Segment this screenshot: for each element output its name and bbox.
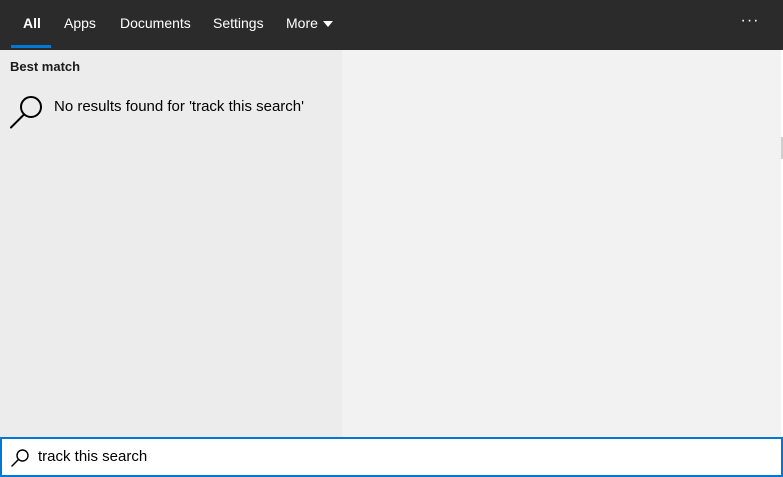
tab-all[interactable]: All [23,0,41,50]
tab-more-label: More [286,15,318,31]
active-tab-indicator [11,45,51,48]
tab-settings[interactable]: Settings [213,0,264,50]
preview-pane [342,50,781,437]
tab-settings-label: Settings [213,15,264,31]
more-options-button[interactable]: ··· [734,0,766,50]
results-pane: Best match No results found for 'track t… [0,50,342,437]
search-box[interactable] [0,437,783,477]
tab-documents-label: Documents [120,15,191,31]
search-tab-bar: All Apps Documents Settings More ··· [0,0,783,50]
chevron-down-icon[interactable] [323,21,333,27]
no-results-message: No results found for 'track this search' [54,98,304,115]
tab-apps[interactable]: Apps [64,0,96,50]
tab-documents[interactable]: Documents [120,0,191,50]
tab-apps-label: Apps [64,15,96,31]
best-match-heading: Best match [10,59,81,74]
tab-all-label: All [23,15,41,31]
search-input[interactable] [38,439,738,475]
search-icon [10,96,42,129]
search-window: All Apps Documents Settings More ··· Bes… [0,0,783,477]
search-icon [11,449,29,467]
